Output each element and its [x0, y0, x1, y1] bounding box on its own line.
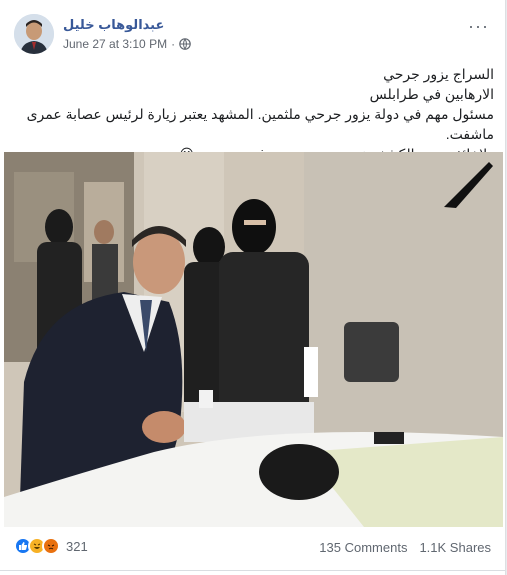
author-avatar[interactable] — [14, 14, 54, 54]
post-text-line: مسئول مهم في دولة يزور جرحي ملثمين. المش… — [26, 106, 494, 142]
post-header: عبدالوهاب خليل June 27 at 3:10 PM · ··· — [0, 0, 505, 64]
reaction-count: 321 — [66, 538, 88, 554]
globe-icon — [179, 38, 191, 50]
shares-count-link[interactable]: 1.1K Shares — [419, 540, 491, 555]
post-card: عبدالوهاب خليل June 27 at 3:10 PM · ··· … — [0, 0, 506, 575]
meta-separator: · — [171, 37, 176, 51]
post-meta: June 27 at 3:10 PM · — [63, 37, 191, 51]
post-text-line: الارهابين في طرابلس — [369, 86, 494, 102]
reactions-summary[interactable]: 321 — [14, 537, 88, 555]
post-footer: 321 135 Comments 1.1K Shares — [0, 527, 505, 571]
author-name[interactable]: عبدالوهاب خليل — [63, 17, 164, 33]
comments-count-link[interactable]: 135 Comments — [319, 540, 407, 555]
post-stats: 135 Comments 1.1K Shares — [319, 540, 491, 555]
post-text-line: السراج يزور جرحي — [383, 66, 494, 82]
angry-icon — [42, 537, 60, 555]
more-options-button[interactable]: ··· — [468, 16, 489, 37]
post-timestamp[interactable]: June 27 at 3:10 PM — [63, 37, 167, 51]
post-text: السراج يزور جرحي الارهابين في طرابلس مسئ… — [14, 64, 494, 164]
post-photo[interactable] — [4, 152, 503, 527]
